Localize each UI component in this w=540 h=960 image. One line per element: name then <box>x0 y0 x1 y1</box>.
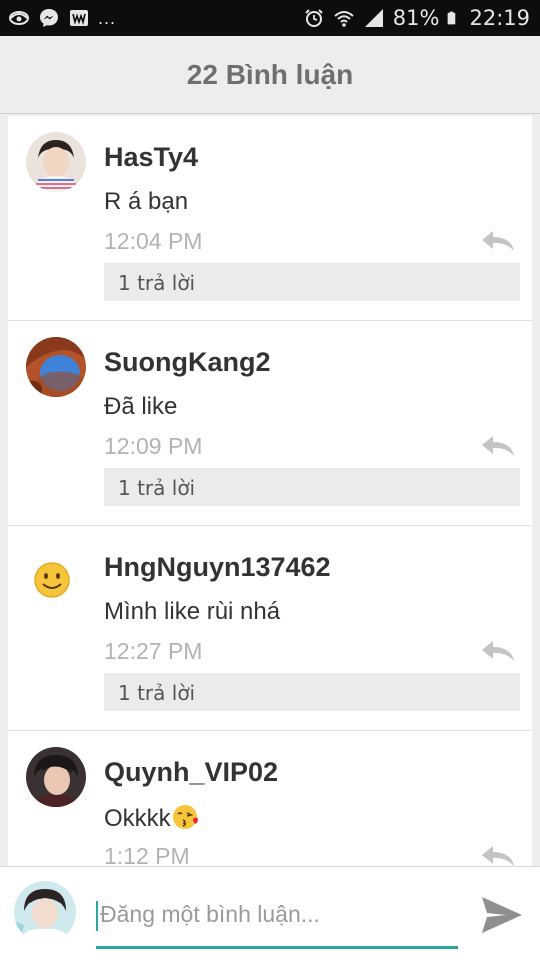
battery-percent: 81% <box>392 6 440 30</box>
comment-composer <box>0 866 540 960</box>
replies-button[interactable]: 1 trả lời <box>104 673 520 711</box>
send-button[interactable] <box>480 895 524 935</box>
comment-item: Quynh_VIP02 Okkkk 1:12 PM <box>8 731 532 866</box>
reply-icon[interactable] <box>480 843 516 866</box>
comment-username[interactable]: SuongKang2 <box>104 347 271 378</box>
comment-username[interactable]: HngNguyn137462 <box>104 552 331 583</box>
comment-item: HasTy4 R á bạn 12:04 PM 1 trả lời <box>8 116 532 321</box>
replies-label: 1 trả lời <box>118 271 196 295</box>
comment-input[interactable] <box>96 891 458 949</box>
comment-time: 12:09 PM <box>104 433 203 459</box>
avatar[interactable] <box>26 132 86 192</box>
avatar[interactable] <box>26 337 86 397</box>
comment-message: Đã like <box>104 393 178 420</box>
text-cursor <box>96 901 98 931</box>
replies-button[interactable]: 1 trả lời <box>104 263 520 301</box>
avatar[interactable] <box>26 747 86 807</box>
reply-icon[interactable] <box>480 433 516 459</box>
system-indicators: 81% 22:19 <box>303 5 530 31</box>
comment-username[interactable]: Quynh_VIP02 <box>104 757 278 788</box>
messenger-icon <box>40 9 58 27</box>
comment-username[interactable]: HasTy4 <box>104 142 198 173</box>
battery-icon <box>448 11 456 25</box>
eye-icon <box>9 11 29 25</box>
smiley-icon <box>34 562 70 598</box>
replies-label: 1 trả lời <box>118 476 196 500</box>
more-notifications: ... <box>98 7 117 28</box>
header: 22 Bình luận <box>0 36 540 114</box>
avatar[interactable] <box>26 542 86 602</box>
alarm-icon <box>305 9 323 27</box>
wifi-icon <box>334 11 354 27</box>
comment-message: R á bạn <box>104 188 189 215</box>
page-title: 22 Bình luận <box>186 58 354 90</box>
kiss-emoji-icon <box>172 805 198 829</box>
comment-time: 12:04 PM <box>104 228 203 254</box>
comment-item: SuongKang2 Đã like 12:09 PM 1 trả lời <box>8 321 532 526</box>
comment-message: Mình like rùi nhá <box>104 598 281 625</box>
replies-button[interactable]: 1 trả lời <box>104 468 520 506</box>
reply-icon[interactable] <box>480 638 516 664</box>
status-bar: ... 81% 22:19 <box>0 0 540 36</box>
reply-icon[interactable] <box>480 228 516 254</box>
comment-time: 1:12 PM <box>104 843 190 866</box>
comment-item: HngNguyn137462 Mình like rùi nhá 12:27 P… <box>8 526 532 731</box>
comment-time: 12:27 PM <box>104 638 203 664</box>
comment-list[interactable]: HasTy4 R á bạn 12:04 PM 1 trả lời SuongK… <box>8 116 532 866</box>
notification-icons: ... <box>8 7 116 29</box>
w-app-icon <box>70 10 88 26</box>
replies-label: 1 trả lời <box>118 681 196 705</box>
comment-message: Okkkk <box>104 803 199 833</box>
clock: 22:19 <box>469 6 530 30</box>
current-user-avatar <box>14 881 76 943</box>
signal-icon <box>364 9 383 27</box>
